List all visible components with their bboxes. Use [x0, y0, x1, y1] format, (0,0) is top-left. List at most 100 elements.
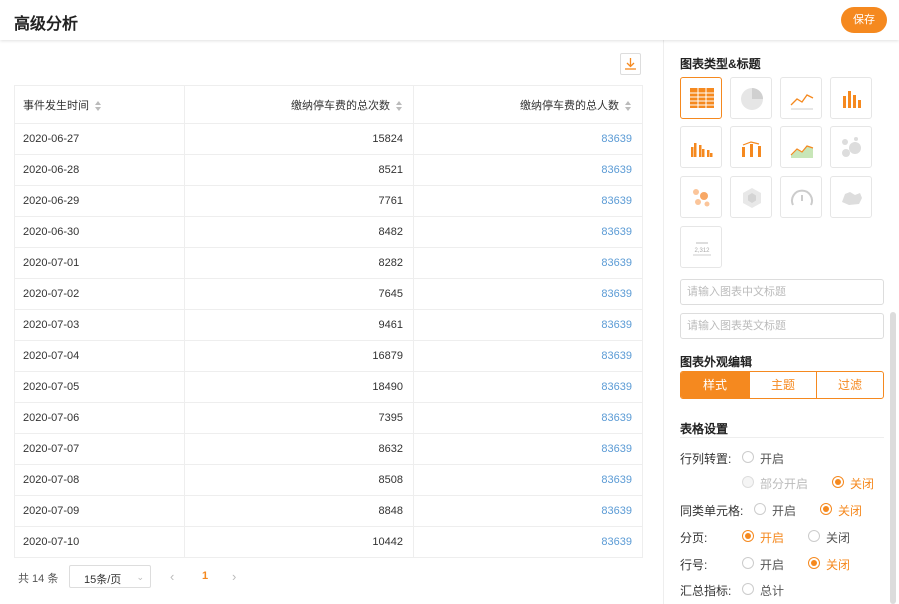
page-number[interactable]: 1: [202, 570, 208, 582]
cell-people-link[interactable]: 83639: [413, 464, 643, 496]
row-no-open-radio[interactable]: 开启: [742, 556, 784, 573]
appearance-title: 图表外观编辑: [680, 355, 753, 369]
row-no-label: 行号:: [680, 558, 708, 572]
chart-type-area[interactable]: [780, 126, 822, 168]
chart-type-scatter[interactable]: [680, 176, 722, 218]
paging-open-radio[interactable]: 开启: [742, 529, 784, 546]
cell-time: 2020-06-27: [14, 123, 185, 155]
svg-text:2,312: 2,312: [694, 248, 710, 254]
chart-type-grouped-bar[interactable]: [680, 126, 722, 168]
cell-people-link[interactable]: 83639: [413, 123, 643, 155]
summary-total-radio[interactable]: 总计: [742, 582, 784, 599]
table-row: 2020-06-28 8521 83639: [14, 154, 643, 186]
cell-count: 8482: [184, 216, 414, 248]
table-header-row: 事件发生时间 缴纳停车费的总次数 缴纳停车费的总人数: [14, 85, 643, 124]
table-icon: [690, 88, 714, 108]
pie-chart-icon: [741, 88, 763, 110]
page-size-select[interactable]: 15条/页 ⌄: [69, 565, 151, 588]
chart-type-bubble[interactable]: [830, 126, 872, 168]
table-row: 2020-07-03 9461 83639: [14, 309, 643, 341]
header: 高级分析 保存: [0, 0, 899, 40]
row-no-close-radio[interactable]: 关闭: [808, 556, 850, 573]
settings-panel: 图表类型&标题 2,312 请输入图表中文标题 请输入图表英文标题 图表外观编辑…: [663, 40, 899, 604]
chart-type-table[interactable]: [680, 77, 722, 119]
chart-type-number-card[interactable]: 2,312: [680, 226, 722, 268]
table-row: 2020-06-30 8482 83639: [14, 216, 643, 248]
sort-icon[interactable]: [396, 100, 403, 111]
cell-time: 2020-07-03: [14, 309, 185, 341]
cell-time: 2020-07-07: [14, 433, 185, 465]
en-title-input[interactable]: [680, 313, 884, 339]
table-row: 2020-07-02 7645 83639: [14, 278, 643, 310]
gauge-icon: [791, 189, 813, 206]
cn-title-input[interactable]: [680, 279, 884, 305]
chart-type-gauge[interactable]: [780, 176, 822, 218]
cell-time: 2020-07-09: [14, 495, 185, 527]
cell-people-link[interactable]: 83639: [413, 309, 643, 341]
table-row: 2020-07-04 16879 83639: [14, 340, 643, 372]
cell-time: 2020-07-08: [14, 464, 185, 496]
cell-people-link[interactable]: 83639: [413, 433, 643, 465]
cell-time: 2020-06-28: [14, 154, 185, 186]
cell-people-link[interactable]: 83639: [413, 495, 643, 527]
transpose-close-radio[interactable]: 关闭: [832, 475, 874, 492]
cell-count: 8282: [184, 247, 414, 279]
column-header-time[interactable]: 事件发生时间: [14, 85, 185, 124]
download-button[interactable]: [620, 53, 641, 75]
table-row: 2020-07-08 8508 83639: [14, 464, 643, 496]
divider: [680, 437, 884, 438]
scatter-icon: [693, 189, 710, 207]
chart-type-radar[interactable]: [730, 176, 772, 218]
cell-people-link[interactable]: 83639: [413, 185, 643, 217]
map-icon: [842, 192, 862, 205]
table-row: 2020-07-01 8282 83639: [14, 247, 643, 279]
paging-close-radio[interactable]: 关闭: [808, 529, 850, 546]
chart-type-title: 图表类型&标题: [680, 57, 761, 71]
chart-type-pie[interactable]: [730, 77, 772, 119]
tab-filter[interactable]: 过滤: [816, 372, 883, 398]
table-panel: 事件发生时间 缴纳停车费的总次数 缴纳停车费的总人数 2020-06-27 158…: [0, 40, 662, 604]
prev-page-icon[interactable]: ‹: [170, 569, 174, 584]
column-header-count[interactable]: 缴纳停车费的总次数: [184, 85, 414, 124]
tab-style[interactable]: 样式: [681, 372, 749, 398]
tab-theme[interactable]: 主题: [749, 372, 816, 398]
chart-type-bar-line[interactable]: [730, 126, 772, 168]
save-button[interactable]: 保存: [841, 7, 887, 33]
cell-people-link[interactable]: 83639: [413, 526, 643, 558]
cell-people-link[interactable]: 83639: [413, 216, 643, 248]
cell-people-link[interactable]: 83639: [413, 371, 643, 403]
cell-count: 8848: [184, 495, 414, 527]
same-cell-open-radio[interactable]: 开启: [754, 502, 796, 519]
table-row: 2020-07-05 18490 83639: [14, 371, 643, 403]
table-row: 2020-07-10 10442 83639: [14, 526, 643, 558]
page-title: 高级分析: [14, 16, 79, 33]
transpose-partial-radio[interactable]: 部分开启: [742, 475, 808, 492]
grouped-bar-chart-icon: [691, 143, 713, 157]
chart-type-bar[interactable]: [830, 77, 872, 119]
scrollbar[interactable]: [890, 312, 896, 604]
cell-time: 2020-06-30: [14, 216, 185, 248]
cell-time: 2020-06-29: [14, 185, 185, 217]
cell-count: 16879: [184, 340, 414, 372]
cell-people-link[interactable]: 83639: [413, 278, 643, 310]
sort-icon[interactable]: [625, 100, 632, 111]
chart-type-line[interactable]: [780, 77, 822, 119]
summary-label: 汇总指标:: [680, 584, 732, 598]
next-page-icon[interactable]: ›: [232, 569, 236, 584]
transpose-open-radio[interactable]: 开启: [742, 450, 784, 467]
cell-count: 7395: [184, 402, 414, 434]
table-row: 2020-06-27 15824 83639: [14, 123, 643, 155]
cell-people-link[interactable]: 83639: [413, 247, 643, 279]
paging-label: 分页:: [680, 531, 708, 545]
chart-type-map[interactable]: [830, 176, 872, 218]
number-card-icon: 2,312: [693, 242, 711, 256]
cell-people-link[interactable]: 83639: [413, 402, 643, 434]
cell-people-link[interactable]: 83639: [413, 154, 643, 186]
sort-icon[interactable]: [95, 100, 102, 111]
cell-people-link[interactable]: 83639: [413, 340, 643, 372]
same-cell-close-radio[interactable]: 关闭: [820, 502, 862, 519]
bar-chart-icon: [843, 91, 861, 108]
column-header-people[interactable]: 缴纳停车费的总人数: [413, 85, 643, 124]
cell-count: 18490: [184, 371, 414, 403]
area-chart-icon: [790, 145, 814, 158]
